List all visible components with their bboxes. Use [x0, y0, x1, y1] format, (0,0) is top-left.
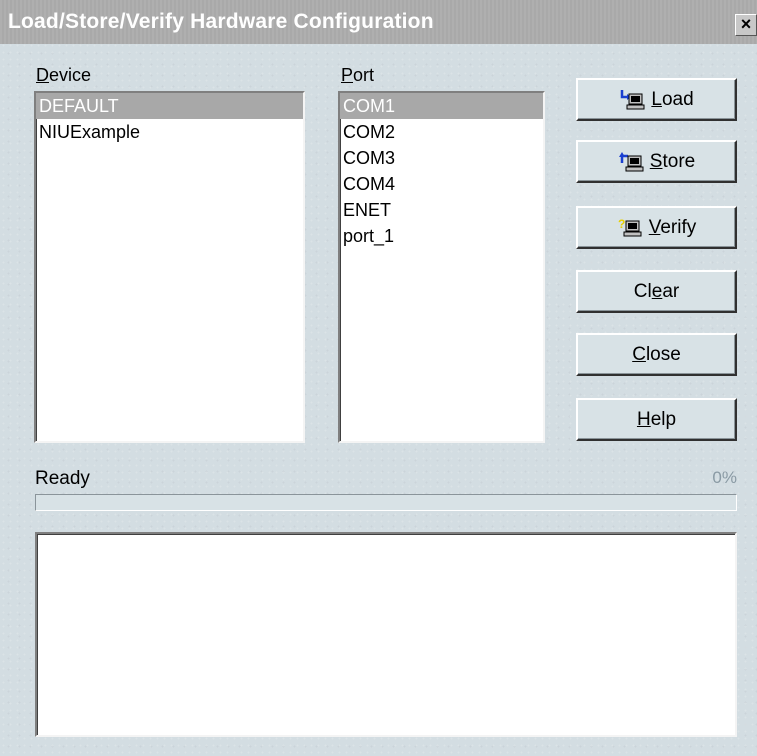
- log-output-box[interactable]: [35, 532, 737, 737]
- port-list-item[interactable]: COM2: [340, 119, 543, 145]
- window-title: Load/Store/Verify Hardware Configuration: [8, 10, 434, 33]
- port-list-item[interactable]: port_1: [340, 223, 543, 249]
- title-bar[interactable]: Load/Store/Verify Hardware Configuration…: [0, 0, 757, 44]
- clear-button[interactable]: Clear: [576, 270, 737, 313]
- store-computer-icon: [618, 151, 644, 173]
- port-label: Port: [341, 65, 375, 85]
- device-label: Device: [36, 65, 92, 85]
- verify-button[interactable]: ? Verify: [576, 206, 737, 249]
- port-list-item[interactable]: ENET: [340, 197, 543, 223]
- port-list-item[interactable]: COM3: [340, 145, 543, 171]
- close-button[interactable]: Close: [576, 333, 737, 376]
- device-list-item[interactable]: NIUExample: [36, 119, 303, 145]
- close-window-button[interactable]: ×: [735, 14, 757, 36]
- device-listbox[interactable]: DEFAULT NIUExample: [34, 91, 305, 443]
- progress-percent: 0%: [712, 468, 737, 487]
- load-button[interactable]: Load: [576, 78, 737, 121]
- status-text: Ready: [35, 468, 90, 489]
- help-button[interactable]: Help: [576, 398, 737, 441]
- port-list-item[interactable]: COM4: [340, 171, 543, 197]
- port-list-item[interactable]: COM1: [340, 93, 543, 119]
- device-list-item[interactable]: DEFAULT: [36, 93, 303, 119]
- svg-text:?: ?: [618, 217, 625, 231]
- verify-computer-icon: ?: [617, 217, 643, 239]
- store-button[interactable]: Store: [576, 140, 737, 183]
- hardware-config-dialog: Load/Store/Verify Hardware Configuration…: [0, 0, 757, 756]
- progress-bar: [35, 494, 737, 511]
- load-computer-icon: [619, 89, 645, 111]
- port-listbox[interactable]: COM1 COM2 COM3 COM4 ENET port_1: [338, 91, 545, 443]
